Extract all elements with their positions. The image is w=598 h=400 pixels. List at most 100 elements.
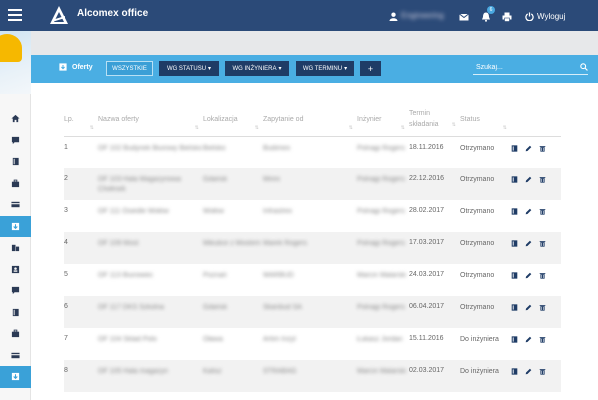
view-icon[interactable] bbox=[511, 208, 518, 215]
trash-icon[interactable] bbox=[539, 368, 546, 375]
cell-name[interactable]: OF 113 Biurowiec bbox=[98, 264, 203, 296]
user-menu[interactable]: Engineering bbox=[389, 9, 444, 23]
view-icon[interactable] bbox=[511, 272, 518, 279]
column-header-location[interactable]: Lokalizacja ⇅ bbox=[203, 103, 263, 137]
cell-from: Artim Inżyl bbox=[263, 336, 296, 343]
chat-icon bbox=[11, 136, 20, 144]
sidebar-item-offers-2[interactable] bbox=[0, 366, 31, 388]
sidebar-item-projects[interactable] bbox=[0, 323, 31, 345]
column-header-status[interactable]: Status ⇅ bbox=[460, 103, 511, 137]
edit-pencil-icon[interactable] bbox=[525, 176, 532, 183]
cell-from: Skanbud SA bbox=[263, 296, 357, 328]
sidebar-item-messages[interactable] bbox=[0, 130, 31, 152]
table-row[interactable]: 1 OF 102 Budynek Biurowy Bielsko Bielsko Bu… bbox=[64, 136, 561, 168]
menu-icon[interactable] bbox=[8, 9, 22, 21]
sidebar-item-documents[interactable] bbox=[0, 302, 31, 324]
top-bar: Alcomex office Engineering 6 Wyloguj bbox=[0, 0, 598, 31]
cell-location: Kalisz bbox=[203, 360, 263, 392]
filter-deadline-button[interactable]: WG TERMINU ▾ bbox=[296, 61, 354, 76]
trash-icon[interactable] bbox=[539, 145, 546, 152]
sidebar-item-payments[interactable] bbox=[0, 194, 31, 216]
edit-pencil-icon[interactable] bbox=[525, 240, 532, 247]
trash-icon[interactable] bbox=[539, 304, 546, 311]
filter-all-button[interactable]: WSZYSTKIE bbox=[106, 61, 153, 76]
logout-button[interactable]: Wyloguj bbox=[525, 9, 565, 23]
cell-name[interactable]: OF 117 DKS Szkolna bbox=[98, 296, 203, 328]
filter-all-label: WSZYSTKIE bbox=[112, 65, 147, 72]
trash-icon[interactable] bbox=[539, 336, 546, 343]
cell-name[interactable]: OF 102 Budynek Biurowy Bielsko bbox=[98, 136, 203, 168]
edit-pencil-icon[interactable] bbox=[525, 368, 532, 375]
column-header-lp[interactable]: Lp. ⇅ bbox=[64, 103, 98, 137]
cell-actions bbox=[511, 168, 561, 200]
filter-engineer-button[interactable]: WG INŻYNIERA ▾ bbox=[225, 61, 289, 76]
cell-name[interactable]: OF 104 Sklad Polo bbox=[98, 328, 203, 360]
cell-engineer: Marcin Malarski bbox=[357, 360, 409, 392]
table-row[interactable]: 8 OF 105 Hala magazyn Kalisz STRABAG Marcin … bbox=[64, 360, 561, 392]
cell-actions bbox=[511, 232, 561, 264]
search-icon[interactable] bbox=[580, 63, 588, 71]
messages-button[interactable] bbox=[459, 9, 469, 23]
cell-from: Infrastrex bbox=[263, 208, 293, 215]
column-header-name[interactable]: Nazwa oferty ⇅ bbox=[98, 103, 203, 137]
trash-icon[interactable] bbox=[539, 208, 546, 215]
table-row[interactable]: 4 OF 109 Most Mikulice z Mostem Marek Roger… bbox=[64, 232, 561, 264]
view-icon[interactable] bbox=[511, 240, 518, 247]
sidebar-item-briefcase[interactable] bbox=[0, 173, 31, 195]
trash-icon[interactable] bbox=[539, 176, 546, 183]
table-row[interactable]: 2 OF 103 Hala Magazynowa Chełmek Gdańsk Mir… bbox=[64, 168, 561, 200]
search-input[interactable] bbox=[473, 63, 553, 71]
cell-lp: 7 bbox=[64, 335, 68, 342]
edit-pencil-icon[interactable] bbox=[525, 304, 532, 311]
sidebar-item-comments[interactable] bbox=[0, 280, 31, 302]
sidebar-item-offers[interactable] bbox=[0, 215, 31, 237]
table-row[interactable]: 6 OF 117 DKS Szkolna Gdańsk Skanbud SA Polna… bbox=[64, 296, 561, 328]
cell-from: Mirex bbox=[263, 168, 357, 200]
cell-name[interactable]: OF 103 Hala Magazynowa Chełmek bbox=[98, 168, 203, 200]
edit-pencil-icon[interactable] bbox=[525, 272, 532, 279]
notification-badge: 6 bbox=[487, 6, 495, 14]
envelope-icon bbox=[459, 13, 469, 21]
cell-name[interactable]: OF 109 Most bbox=[98, 232, 203, 264]
filter-status-button[interactable]: WG STATUSU ▾ bbox=[159, 61, 219, 76]
edit-pencil-icon[interactable] bbox=[525, 145, 532, 152]
column-header-deadline[interactable]: Termin składania ⇅ bbox=[409, 103, 460, 137]
view-icon[interactable] bbox=[511, 144, 518, 152]
cell-name[interactable]: OF 105 Hala magazyn bbox=[98, 360, 203, 392]
sidebar bbox=[0, 31, 31, 400]
trash-icon[interactable] bbox=[539, 272, 546, 279]
logo bbox=[50, 6, 68, 24]
column-header-engineer[interactable]: Inżynier ⇅ bbox=[357, 103, 409, 137]
add-offer-button[interactable]: + bbox=[360, 61, 381, 76]
table-row[interactable]: 5 OF 113 Biurowiec Poznań WARBUD Marcin Mala… bbox=[64, 264, 561, 296]
briefcase-icon bbox=[11, 179, 20, 187]
cell-name[interactable]: OF 111 Osiedle Wołów bbox=[98, 200, 203, 232]
table-row[interactable]: 3 OF 111 Osiedle Wołów Wołów Infrastrex Poln… bbox=[64, 200, 561, 232]
caret-down-icon: ▾ bbox=[208, 66, 212, 72]
app-title: Alcomex office bbox=[77, 8, 149, 19]
view-icon[interactable] bbox=[511, 176, 518, 183]
comment-icon bbox=[11, 287, 20, 295]
sidebar-item-contacts[interactable] bbox=[0, 259, 31, 281]
filter-deadline-label: WG TERMINU bbox=[302, 65, 343, 72]
view-icon[interactable] bbox=[511, 336, 518, 343]
view-icon[interactable] bbox=[511, 304, 518, 311]
print-button[interactable] bbox=[502, 9, 512, 23]
search-box bbox=[473, 60, 588, 75]
sidebar-item-invoices[interactable] bbox=[0, 345, 31, 367]
notifications-button[interactable]: 6 bbox=[481, 6, 495, 23]
column-header-from[interactable]: Zapytanie od ⇅ bbox=[263, 103, 357, 137]
power-icon bbox=[525, 11, 534, 21]
cell-status: Otrzymano bbox=[460, 296, 511, 328]
cell-actions bbox=[511, 296, 561, 328]
edit-pencil-icon[interactable] bbox=[525, 208, 532, 215]
trash-icon[interactable] bbox=[539, 240, 546, 247]
cell-from: WARBUD bbox=[263, 272, 294, 279]
view-icon[interactable] bbox=[511, 368, 518, 375]
sidebar-item-home[interactable] bbox=[0, 108, 31, 130]
cell-location: Mikulice z Mostem bbox=[203, 232, 263, 264]
edit-pencil-icon[interactable] bbox=[525, 336, 532, 343]
sidebar-item-book[interactable] bbox=[0, 151, 31, 173]
sidebar-item-buildings[interactable] bbox=[0, 237, 31, 259]
table-row[interactable]: 7 OF 104 Sklad Polo Oława Artim Inżyl Łukasz… bbox=[64, 328, 561, 360]
